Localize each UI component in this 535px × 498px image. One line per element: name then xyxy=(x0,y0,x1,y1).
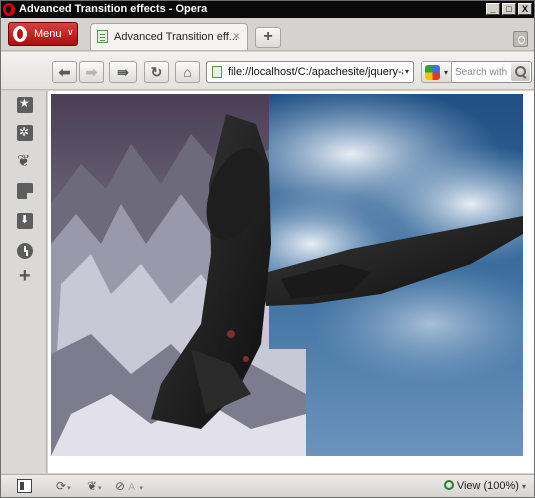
star-icon[interactable] xyxy=(17,96,33,113)
home-button[interactable]: ⌂ xyxy=(175,61,200,83)
back-arrow-icon: ⬅ xyxy=(58,64,71,80)
download-icon[interactable] xyxy=(17,213,33,229)
browser-window: Advanced Transition effects - Opera _ □ … xyxy=(0,0,535,498)
status-bar: ⟳▾ ❦▾ ⊘ A ▾ View (100%) ▾ xyxy=(1,474,534,497)
zoom-icon xyxy=(443,480,454,490)
reload-icon: ↻ xyxy=(150,64,163,80)
home-icon: ⌂ xyxy=(183,64,192,80)
address-dropdown-icon[interactable]: ▾ xyxy=(405,67,409,76)
reload-button[interactable]: ↻ xyxy=(144,61,169,83)
menu-label: Menu xyxy=(34,28,62,40)
sync-icon: ⟳ xyxy=(56,479,67,493)
close-button[interactable]: X xyxy=(518,3,532,15)
window-controls: _ □ X xyxy=(486,3,532,15)
unite-icon: ❦ xyxy=(87,479,98,493)
transition-image xyxy=(51,94,523,456)
forward-button[interactable]: ➡ xyxy=(79,61,104,83)
chevron-down-icon: ▾ xyxy=(521,482,526,491)
opera-logo-icon xyxy=(13,26,27,42)
turbo-button[interactable]: ⊘ A ▾ xyxy=(115,479,143,493)
plus-icon[interactable] xyxy=(17,265,33,288)
window-title: Advanced Transition effects - Opera xyxy=(19,3,208,15)
search-box[interactable] xyxy=(452,61,532,83)
panel-toggle-icon[interactable] xyxy=(17,479,32,493)
chevron-down-icon: ▾ xyxy=(98,485,102,492)
tab-label: Advanced Transition eff... xyxy=(114,31,238,43)
zoom-control[interactable]: View (100%) ▾ xyxy=(443,480,526,492)
chevron-down-icon: ▾ xyxy=(139,485,143,492)
trash-icon[interactable] xyxy=(513,31,528,47)
search-engine-selector[interactable]: ▾ xyxy=(421,61,452,83)
maximize-button[interactable]: □ xyxy=(502,3,516,15)
notes-icon[interactable] xyxy=(17,183,33,199)
navigation-toolbar: ⬅ ➡ ⇛ ↻ ⌂ file://localhost/C:/apachesite… xyxy=(1,52,534,90)
unite-button[interactable]: ❦▾ xyxy=(87,479,102,493)
title-bar: Advanced Transition effects - Opera _ □ … xyxy=(1,1,534,18)
chevron-down-icon: ∨ xyxy=(67,27,74,37)
new-tab-button[interactable]: + xyxy=(255,27,281,48)
panel-sidebar xyxy=(1,91,47,473)
opera-logo-icon xyxy=(3,3,15,16)
tab-active[interactable]: Advanced Transition eff... × xyxy=(90,23,248,50)
page-icon xyxy=(97,30,108,43)
page-icon xyxy=(212,66,222,78)
chevron-down-icon: ▾ xyxy=(67,485,71,492)
address-bar[interactable]: file://localhost/C:/apachesite/jquery-ar… xyxy=(206,61,414,83)
zoom-label: View (100%) xyxy=(456,480,519,492)
turbo-label: A xyxy=(128,482,136,493)
tab-strip: Menu ∨ Advanced Transition eff... × + xyxy=(1,18,534,51)
address-url[interactable]: file://localhost/C:/apachesite/jquery-ar xyxy=(228,66,403,78)
turbo-icon: ⊘ xyxy=(115,479,126,493)
page-content xyxy=(48,91,534,473)
fast-forward-icon: ⇛ xyxy=(117,64,129,80)
widgets-icon[interactable] xyxy=(17,125,33,141)
transition-scene-graphic xyxy=(51,94,523,456)
minimize-button[interactable]: _ xyxy=(486,3,500,15)
forward-arrow-icon: ➡ xyxy=(85,64,98,80)
search-icon[interactable] xyxy=(511,63,530,81)
sync-button[interactable]: ⟳▾ xyxy=(56,479,71,493)
unite-icon[interactable] xyxy=(17,151,33,171)
clock-icon[interactable] xyxy=(17,243,33,259)
tab-close-icon[interactable]: × xyxy=(233,29,240,43)
chevron-down-icon: ▾ xyxy=(443,68,448,77)
opera-menu-button[interactable]: Menu ∨ xyxy=(8,22,78,46)
fast-forward-button[interactable]: ⇛ xyxy=(109,61,137,83)
search-input[interactable] xyxy=(455,65,511,80)
back-button[interactable]: ⬅ xyxy=(52,61,77,83)
google-icon xyxy=(425,65,440,80)
